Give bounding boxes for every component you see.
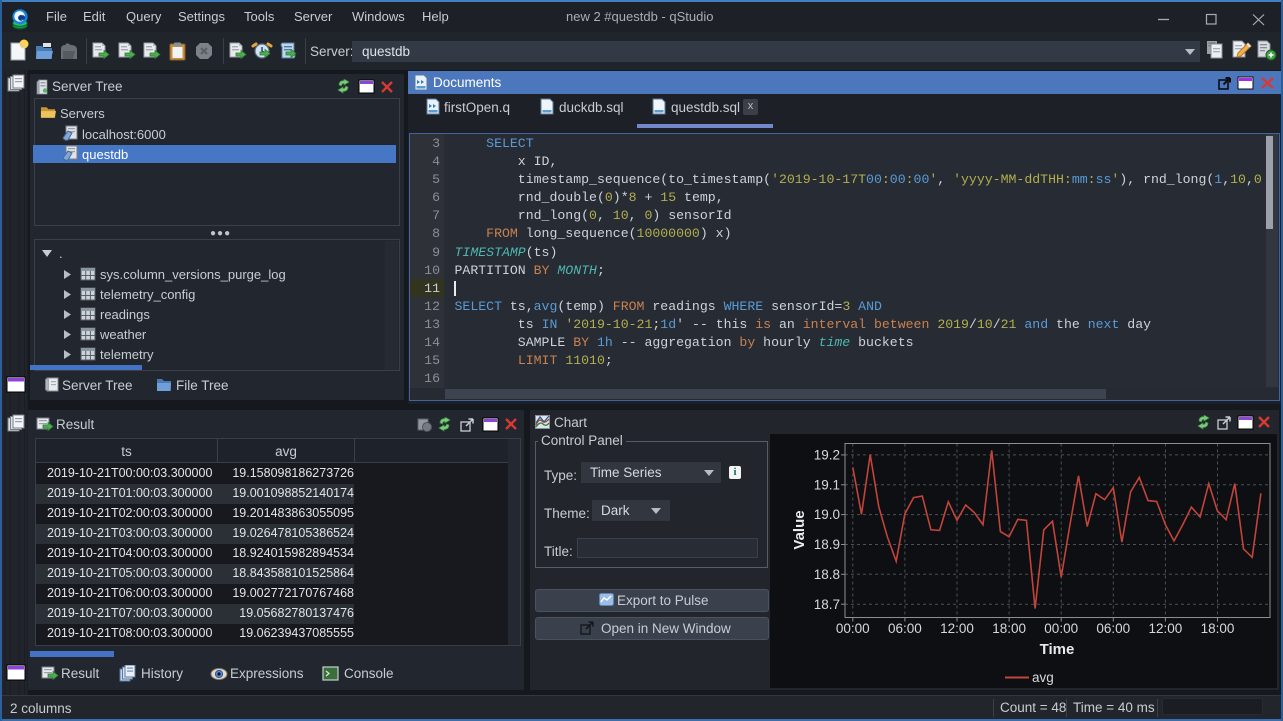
svg-text:18:00: 18:00 xyxy=(1201,621,1235,636)
svg-text:18.8: 18.8 xyxy=(814,567,840,582)
svg-text:18.7: 18.7 xyxy=(814,597,840,612)
svg-text:12:00: 12:00 xyxy=(1149,621,1183,636)
svg-text:06:00: 06:00 xyxy=(1096,621,1130,636)
svg-text:19.0: 19.0 xyxy=(814,507,840,522)
svg-text:Value: Value xyxy=(791,510,808,549)
svg-text:12:00: 12:00 xyxy=(940,621,974,636)
svg-text:00:00: 00:00 xyxy=(836,621,870,636)
svg-text:06:00: 06:00 xyxy=(888,621,922,636)
svg-text:Time: Time xyxy=(1040,641,1075,658)
svg-text:18:00: 18:00 xyxy=(992,621,1026,636)
svg-text:18.9: 18.9 xyxy=(814,537,840,552)
svg-text:19.1: 19.1 xyxy=(814,477,840,492)
svg-text:00:00: 00:00 xyxy=(1044,621,1078,636)
svg-text:19.2: 19.2 xyxy=(814,448,840,463)
svg-text:avg: avg xyxy=(1032,670,1054,685)
